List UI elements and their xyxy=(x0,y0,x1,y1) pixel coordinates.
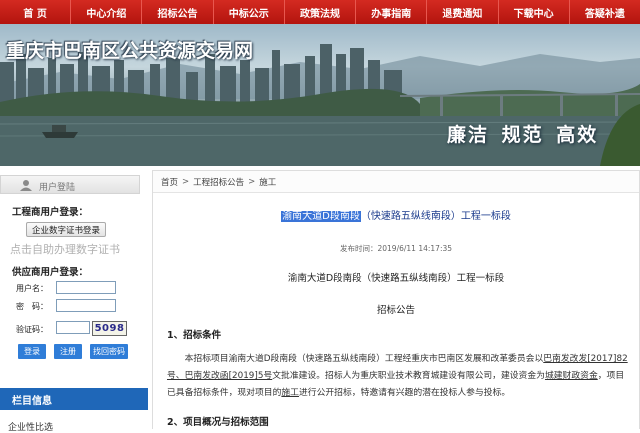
recover-password-button[interactable]: 找回密码 xyxy=(90,344,128,359)
breadcrumb-separator: > xyxy=(248,176,256,187)
nav-center-intro[interactable]: 中心介绍 xyxy=(71,0,143,24)
article-subtitle: 渝南大道D段南段（快速路五纵线南段）工程一标段 xyxy=(287,273,505,284)
breadcrumb-separator: > xyxy=(182,176,190,187)
column-item[interactable]: 企业性比选 xyxy=(8,420,53,433)
user-icon xyxy=(20,180,32,191)
publish-time: 发布时间：2019/6/11 14:17:35 xyxy=(339,244,453,253)
captcha-input[interactable] xyxy=(56,321,90,334)
login-button[interactable]: 登录 xyxy=(18,344,46,359)
nav-qa[interactable]: 答疑补遗 xyxy=(570,0,640,24)
main-content: 首页 > 工程招标公告 > 施工 渝南大道D段南段（快速路五纵线南段）工程一标段… xyxy=(152,170,640,429)
nav-downloads[interactable]: 下载中心 xyxy=(499,0,570,24)
nav-tender-notices[interactable]: 招标公告 xyxy=(142,0,214,24)
para-underlined: 城建财政资金 xyxy=(544,371,598,381)
article-paragraph: 本招标项目渝南大道D段南段（快速路五纵线南段）工程经重庆市巴南区发展和改革委员会… xyxy=(167,351,629,402)
nav-home[interactable]: 首 页 xyxy=(0,0,72,24)
breadcrumb: 首页 > 工程招标公告 > 施工 xyxy=(153,171,639,193)
banner: 重庆市巴南区公共资源交易网 廉洁 规范 高效 xyxy=(0,24,640,166)
slogan: 廉洁 规范 高效 xyxy=(447,124,599,146)
password-input[interactable] xyxy=(56,299,116,312)
breadcrumb-home[interactable]: 首页 xyxy=(161,176,178,188)
notice-heading: 招标公告 xyxy=(376,305,415,316)
para-text: 文批准建设。招标人为重庆职业技术教育城建设有限公司，建设资金为 xyxy=(272,371,545,381)
article-title-highlight: 渝南大道D段南段 xyxy=(281,211,361,222)
section-heading: 1、招标条件 xyxy=(167,330,222,341)
login-header: 用户登陆 xyxy=(0,175,140,194)
login-header-label: 用户登陆 xyxy=(39,183,76,193)
engineer-login-label: 工程商用户登录： xyxy=(12,207,89,218)
article-title: 渝南大道D段南段（快速路五纵线南段）工程一标段 xyxy=(153,207,639,222)
cert-login-button[interactable]: 企业数字证书登录 xyxy=(26,222,106,237)
captcha-image[interactable]: 5098 xyxy=(92,321,127,336)
nav-refund[interactable]: 退费通知 xyxy=(427,0,499,24)
breadcrumb-current[interactable]: 施工 xyxy=(259,176,276,188)
username-label: 用户名： xyxy=(16,284,48,293)
top-nav: 首 页 中心介绍 招标公告 中标公示 政策法规 办事指南 退费通知 下载中心 答… xyxy=(0,0,640,24)
left-sidebar: 用户登陆 工程商用户登录： 企业数字证书登录 点击自助办理数字证书 供应商用户登… xyxy=(0,170,148,433)
site-title: 重庆市巴南区公共资源交易网 xyxy=(6,40,254,62)
register-button[interactable]: 注册 xyxy=(54,344,82,359)
article-title-rest: （快速路五纵线南段）工程一标段 xyxy=(360,211,511,222)
nav-award-notices[interactable]: 中标公示 xyxy=(214,0,285,24)
self-service-cert-link[interactable]: 点击自助办理数字证书 xyxy=(10,241,120,257)
column-info-header: 栏目信息 xyxy=(0,388,148,410)
para-text: 本招标项目渝南大道D段南段（快速路五纵线南段）工程经重庆市巴南区发展和改革委员会… xyxy=(184,354,544,364)
password-label: 密 码： xyxy=(16,302,48,311)
para-underlined: 施工 xyxy=(281,388,299,398)
nav-guide[interactable]: 办事指南 xyxy=(356,0,428,24)
para-text: 进行公开招标，特邀请有兴趣的潜在投标人参与投标。 xyxy=(298,388,511,398)
breadcrumb-section[interactable]: 工程招标公告 xyxy=(193,176,244,188)
nav-policies[interactable]: 政策法规 xyxy=(285,0,357,24)
captcha-label: 验证码： xyxy=(16,325,48,334)
username-input[interactable] xyxy=(56,281,116,294)
section-heading: 2、项目概况与招标范围 xyxy=(167,417,269,428)
supplier-login-label: 供应商用户登录： xyxy=(12,267,89,278)
